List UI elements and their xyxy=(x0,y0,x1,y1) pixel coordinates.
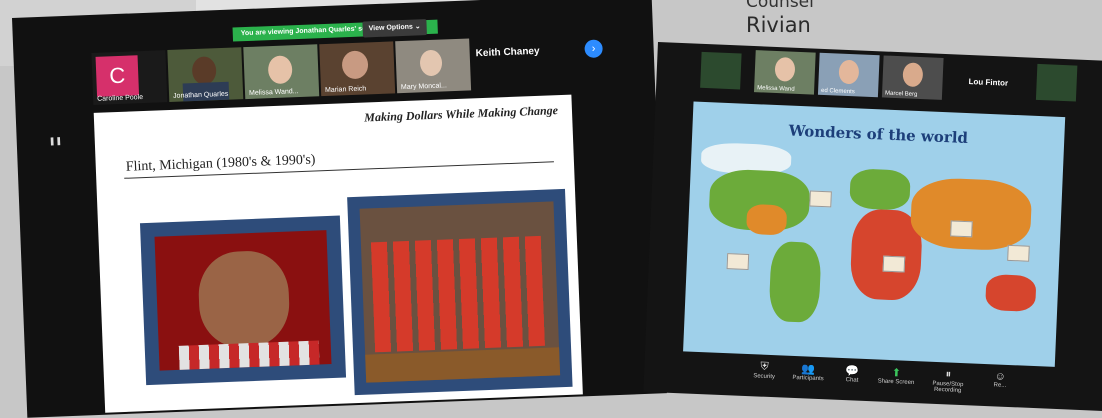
active-speaker-name: Keith Chaney xyxy=(475,45,540,60)
participant-tile-marian[interactable]: Marian Reich xyxy=(319,41,396,97)
map-landmark xyxy=(809,190,832,208)
chat-icon: 💬 xyxy=(845,365,860,378)
left-zoom-screen: You are viewing Jonathan Quarles' screen… xyxy=(12,0,667,418)
map-landmark xyxy=(726,253,750,270)
map-land-australia xyxy=(985,273,1037,313)
reactions-button[interactable]: ☺ Re... xyxy=(980,370,1021,390)
participant-name: Caroline Poole xyxy=(97,94,144,103)
caption-line-2: Rivian xyxy=(746,13,811,37)
shared-slide: Making Dollars While Making Change Flint… xyxy=(93,94,583,413)
participant-face xyxy=(341,50,369,80)
world-map-slide: Wonders of the world xyxy=(683,101,1066,367)
recording-button[interactable]: ⏸ Pause/Stop Recording xyxy=(920,367,977,394)
participant-tile-melissa[interactable]: Melissa Wand xyxy=(753,50,816,95)
participant-name: Melissa Wand xyxy=(757,85,795,93)
participant-tile-marcel[interactable]: Marcel Berg xyxy=(881,55,944,100)
toolbar-label: Pause/Stop Recording xyxy=(932,380,964,395)
logo-tile xyxy=(1035,63,1078,102)
map-landmark xyxy=(882,255,906,273)
participant-name: Marian Reich xyxy=(324,85,367,95)
map-land-europe xyxy=(849,168,911,211)
next-page-arrow-icon[interactable]: › xyxy=(584,39,603,59)
participant-name: Marcel Berg xyxy=(884,90,918,98)
caption-line-1: Counsel xyxy=(746,0,814,12)
active-speaker-name: Lou Fintor xyxy=(968,77,1009,88)
reactions-icon: ☺ xyxy=(994,370,1007,383)
caption: Counsel Rivian xyxy=(746,0,814,38)
baby-photo xyxy=(139,215,347,386)
toolbar-label: Chat xyxy=(845,377,859,384)
map-landmark xyxy=(950,220,973,238)
basketball-team-photo xyxy=(347,188,573,396)
gym-floor xyxy=(365,347,561,383)
map-land-south-america xyxy=(768,240,822,323)
participant-face xyxy=(191,56,217,86)
participant-face xyxy=(419,49,443,77)
participant-face xyxy=(902,62,924,88)
view-options-button[interactable]: View Options ⌄ xyxy=(362,19,427,38)
pause-icon[interactable]: ❚❚ xyxy=(49,136,63,146)
slide-title: Making Dollars While Making Change xyxy=(363,103,559,125)
participant-face xyxy=(838,59,860,85)
map-land-central-america xyxy=(746,203,788,236)
toolbar-label: Participants xyxy=(792,374,824,383)
team-players xyxy=(370,235,545,353)
share-screen-button[interactable]: ⬆ Share Screen xyxy=(876,365,917,386)
baby-photo-image xyxy=(154,230,332,371)
security-button[interactable]: ⛨ Security xyxy=(744,360,785,381)
participant-face xyxy=(267,55,293,85)
shield-icon: ⛨ xyxy=(760,360,769,373)
record-icon: ⏸ xyxy=(945,368,952,381)
map-land-asia xyxy=(909,176,1033,252)
toolbar-label: Security xyxy=(753,373,776,381)
right-zoom-screen: Melissa Wand ed Clements Marcel Berg Lou… xyxy=(643,42,1102,411)
baby-shirt xyxy=(178,340,320,370)
logo-tile xyxy=(700,51,742,90)
participant-name: ed Clements xyxy=(820,87,855,96)
participant-tile-ed[interactable]: ed Clements xyxy=(817,52,880,98)
map-landmark xyxy=(1007,244,1030,262)
participant-name: Melissa Wand... xyxy=(248,88,299,97)
participant-face xyxy=(774,56,796,82)
avatar: C xyxy=(95,55,140,97)
toolbar-label: Re... xyxy=(993,382,1007,389)
participant-tile-melissa[interactable]: Melissa Wand... xyxy=(243,44,320,100)
participant-name: Mary Moncal... xyxy=(400,82,447,92)
baby-face xyxy=(197,249,291,349)
team-photo-image xyxy=(359,201,561,383)
chat-button[interactable]: 💬 Chat xyxy=(832,364,873,385)
participant-tile-jonathan[interactable]: Jonathan Quarles xyxy=(167,47,244,103)
participants-button[interactable]: 👥 Participants xyxy=(788,362,829,383)
participant-tile-caroline[interactable]: C Caroline Poole xyxy=(91,50,168,105)
participant-tile-mary[interactable]: Mary Moncal... xyxy=(395,38,472,94)
toolbar-label: Share Screen xyxy=(877,378,915,387)
